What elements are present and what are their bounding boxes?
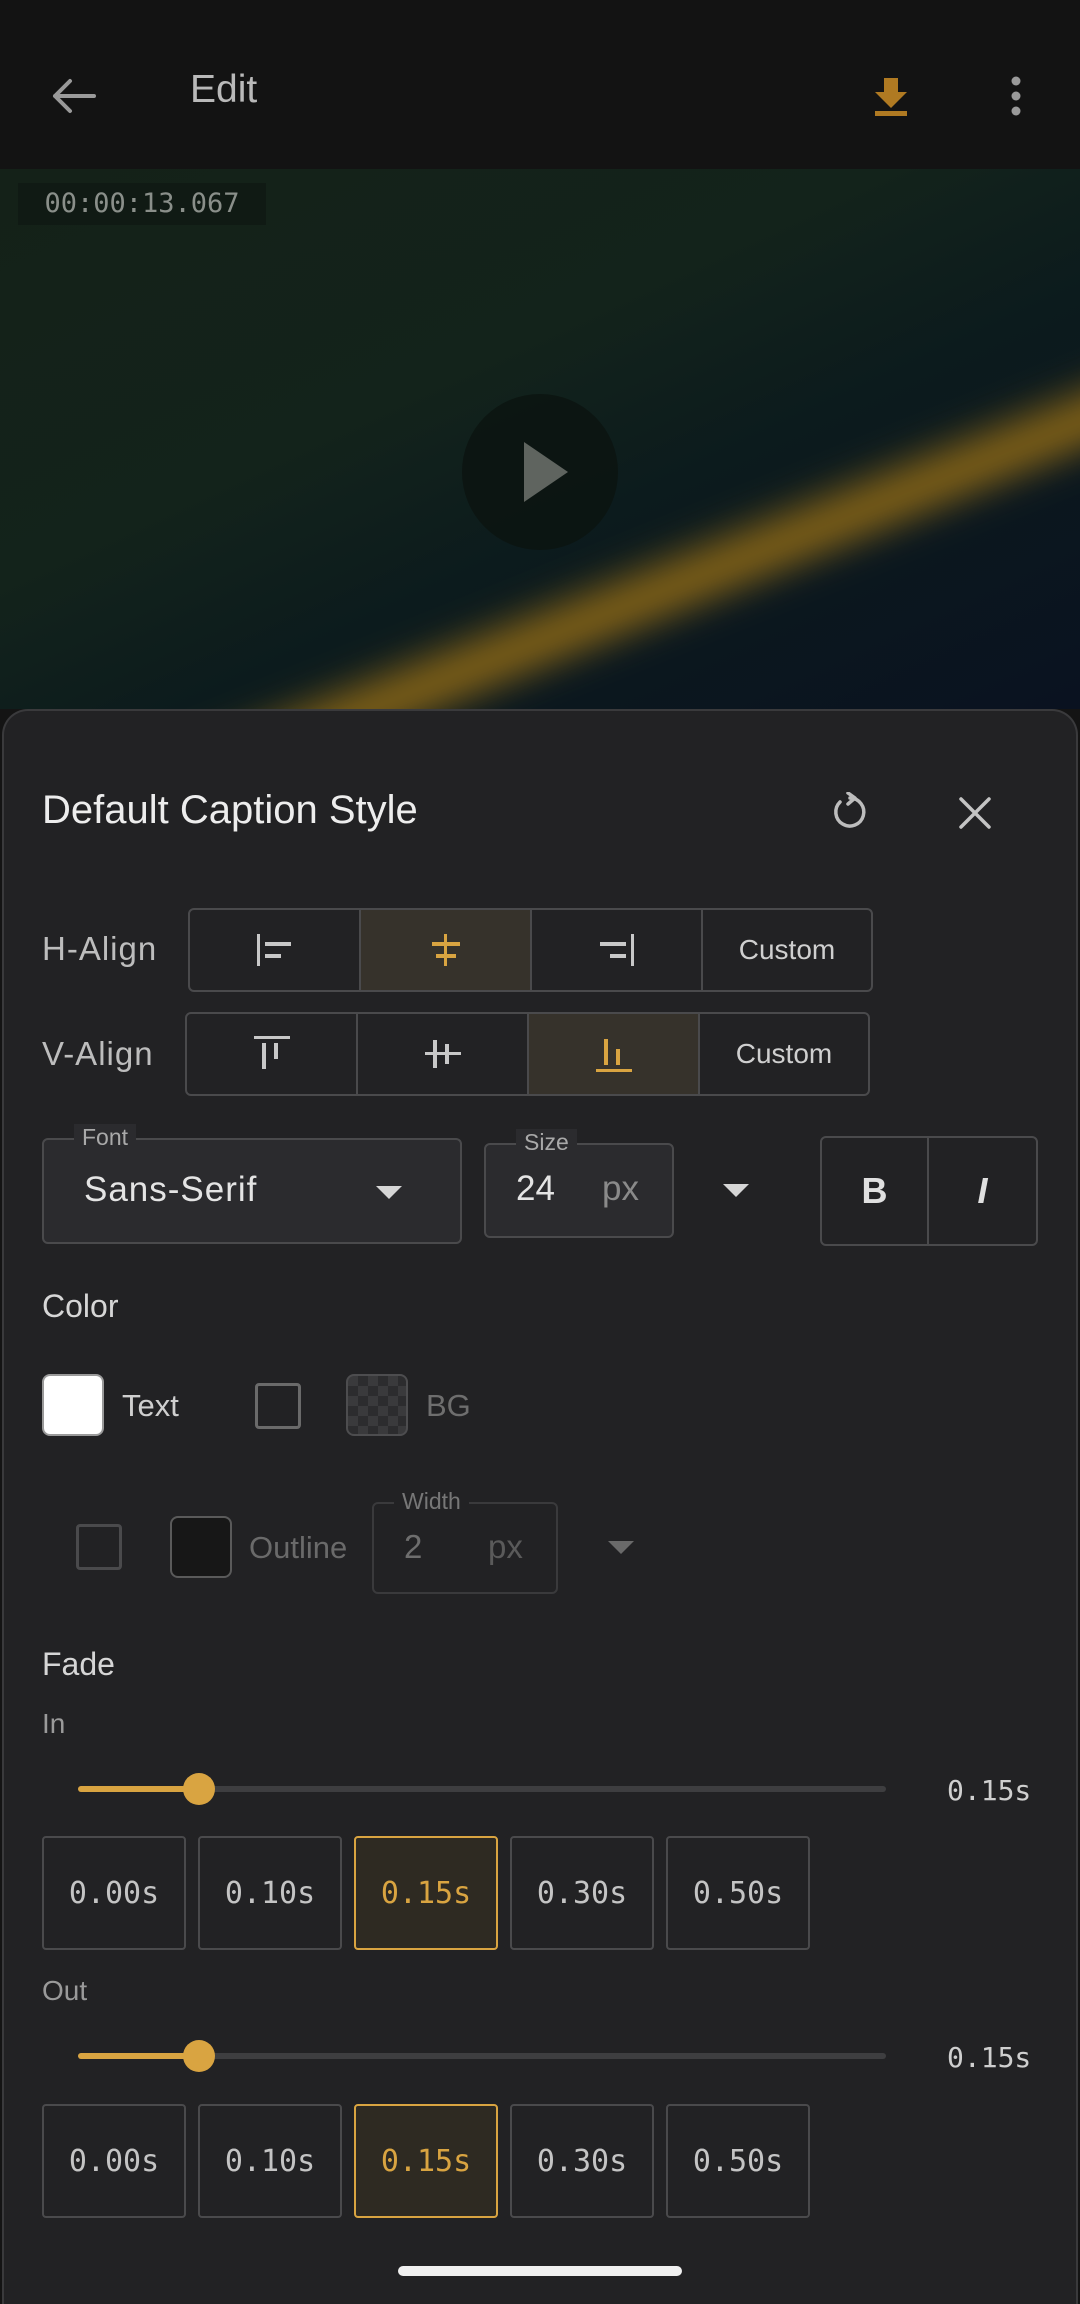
width-dropdown-icon[interactable] [608, 1541, 634, 1554]
fade-in-slider[interactable] [78, 1773, 886, 1805]
font-select[interactable]: Font Sans-Serif [42, 1124, 462, 1244]
fade-in-preset-chip[interactable]: 0.15s [354, 1836, 498, 1950]
align-right-icon [599, 934, 634, 966]
font-dropdown-icon [376, 1186, 402, 1199]
reset-icon[interactable] [828, 792, 868, 832]
close-icon[interactable] [958, 796, 992, 830]
h-align-left-button[interactable] [190, 910, 361, 990]
fade-in-preset-chip[interactable]: 0.10s [198, 1836, 342, 1950]
back-arrow-icon[interactable] [50, 78, 98, 114]
align-bottom-icon [595, 1039, 632, 1072]
top-app-bar [0, 0, 1080, 169]
fade-out-label: Out [42, 1975, 88, 2006]
screen-title: Edit [190, 68, 258, 111]
fade-out-preset-chip[interactable]: 0.10s [198, 2104, 342, 2218]
h-align-label: H-Align [42, 930, 158, 967]
fade-out-preset-chip[interactable]: 0.15s [354, 2104, 498, 2218]
v-align-label: V-Align [42, 1035, 154, 1072]
fade-in-preset-chip[interactable]: 0.00s [42, 1836, 186, 1950]
bg-color-label: BG [426, 1388, 471, 1423]
download-icon[interactable] [874, 76, 908, 116]
fade-out-preset-chip[interactable]: 0.50s [666, 2104, 810, 2218]
color-section-label: Color [42, 1288, 119, 1324]
fade-out-value: 0.15s [947, 2041, 1032, 2074]
outline-width-field[interactable]: Width 2 px [372, 1488, 558, 1594]
v-align-bottom-button[interactable] [529, 1014, 700, 1094]
text-style-toggle: B I [820, 1136, 1038, 1246]
fade-section-label: Fade [42, 1646, 115, 1682]
align-top-icon [253, 1036, 290, 1069]
italic-button[interactable]: I [929, 1138, 1036, 1244]
fade-in-slider-fill [78, 1786, 200, 1792]
h-align-center-button[interactable] [361, 910, 532, 990]
fade-out-slider-fill [78, 2053, 200, 2059]
play-icon [524, 442, 568, 502]
sheet-title: Default Caption Style [42, 788, 418, 832]
align-left-icon [256, 934, 291, 966]
v-align-middle-button[interactable] [358, 1014, 529, 1094]
home-indicator [398, 2266, 682, 2276]
fade-out-preset-chip[interactable]: 0.30s [510, 2104, 654, 2218]
v-align-custom-button[interactable]: Custom [700, 1014, 868, 1094]
size-value: 24 [516, 1169, 555, 1208]
h-align-custom-button[interactable]: Custom [703, 910, 871, 990]
fade-out-preset-chip[interactable]: 0.00s [42, 2104, 186, 2218]
v-align-top-button[interactable] [187, 1014, 358, 1094]
bg-checkbox[interactable] [255, 1383, 301, 1429]
h-align-segmented: Custom [188, 908, 873, 992]
align-center-icon [431, 934, 460, 966]
fade-in-preset-chip[interactable]: 0.30s [510, 1836, 654, 1950]
fade-in-label: In [42, 1708, 66, 1739]
outline-label: Outline [249, 1530, 348, 1565]
play-button[interactable] [462, 394, 618, 550]
width-value: 2 [404, 1528, 423, 1565]
fade-out-slider-thumb[interactable] [183, 2040, 216, 2072]
text-color-label: Text [122, 1388, 179, 1423]
size-field[interactable]: Size 24 px [484, 1129, 674, 1238]
text-color-swatch[interactable] [42, 1374, 104, 1436]
outline-color-swatch[interactable] [170, 1516, 232, 1578]
bg-color-swatch[interactable] [346, 1374, 408, 1436]
width-label: Width [394, 1488, 469, 1515]
font-label: Font [74, 1124, 137, 1151]
timecode: 00:00:13.067 [18, 183, 266, 225]
h-align-right-button[interactable] [532, 910, 703, 990]
v-align-segmented: Custom [185, 1012, 870, 1096]
fade-in-preset-chip[interactable]: 0.50s [666, 1836, 810, 1950]
size-dropdown-icon[interactable] [723, 1184, 749, 1197]
fade-in-value: 0.15s [947, 1774, 1032, 1807]
font-value: Sans-Serif [84, 1170, 258, 1209]
more-options-icon[interactable] [1008, 76, 1024, 116]
bold-button[interactable]: B [822, 1138, 929, 1244]
fade-in-slider-thumb[interactable] [183, 1773, 216, 1805]
size-unit: px [602, 1169, 639, 1208]
outline-checkbox[interactable] [76, 1524, 122, 1570]
fade-out-slider[interactable] [78, 2040, 886, 2072]
align-middle-icon [424, 1040, 461, 1068]
size-label: Size [516, 1129, 577, 1156]
width-unit: px [488, 1528, 523, 1565]
